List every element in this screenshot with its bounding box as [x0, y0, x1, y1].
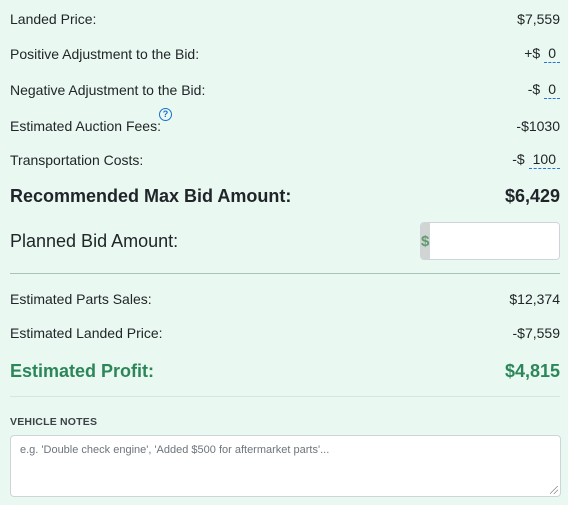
profit-label: Estimated Profit: — [10, 360, 155, 381]
max-bid-row: Recommended Max Bid Amount: $6,429 — [10, 184, 560, 208]
vehicle-notes-placeholder: e.g. 'Double check engine', 'Added $500 … — [20, 444, 330, 456]
planned-bid-label: Planned Bid Amount: — [10, 230, 179, 251]
dollar-addon: $ — [421, 223, 431, 259]
negative-adjustment-field: -$ 0 — [528, 81, 560, 99]
auction-fees-label-wrap: Estimated Auction Fees: ? — [10, 108, 172, 134]
positive-adjustment-label: Positive Adjustment to the Bid: — [10, 46, 200, 62]
auction-fees-value: -$1030 — [516, 118, 560, 134]
auction-fees-row: Estimated Auction Fees: ? -$1030 — [10, 108, 560, 136]
est-landed-label: Estimated Landed Price: — [10, 325, 163, 341]
positive-adjustment-prefix: +$ — [524, 45, 541, 61]
profit-value: $4,815 — [504, 360, 560, 381]
vehicle-notes-label: VEHICLE NOTES — [10, 416, 98, 428]
notes-divider — [10, 396, 560, 397]
transportation-prefix: -$ — [512, 151, 525, 167]
auction-fees-label: Estimated Auction Fees: — [10, 118, 161, 134]
parts-sales-row: Estimated Parts Sales: $12,374 — [10, 290, 560, 308]
transportation-value[interactable]: 100 — [528, 151, 560, 169]
resize-grip-icon[interactable] — [550, 486, 558, 494]
max-bid-label: Recommended Max Bid Amount: — [10, 185, 292, 206]
max-bid-value: $6,429 — [504, 185, 560, 206]
planned-bid-row: Planned Bid Amount: $ — [10, 222, 560, 260]
section-divider — [10, 273, 560, 274]
transportation-field: -$ 100 — [512, 151, 560, 169]
parts-sales-label: Estimated Parts Sales: — [10, 291, 152, 307]
vehicle-notes-textarea[interactable]: e.g. 'Double check engine', 'Added $500 … — [10, 435, 561, 497]
transportation-row: Transportation Costs: -$ 100 — [10, 150, 560, 170]
parts-sales-value: $12,374 — [509, 291, 560, 307]
positive-adjustment-field: +$ 0 — [524, 45, 560, 63]
planned-bid-input[interactable] — [430, 223, 559, 259]
landed-price-row: Landed Price: $7,559 — [10, 10, 560, 28]
transportation-label: Transportation Costs: — [10, 152, 144, 168]
negative-adjustment-value[interactable]: 0 — [544, 81, 560, 99]
profit-row: Estimated Profit: $4,815 — [10, 359, 560, 383]
est-landed-value: -$7,559 — [512, 325, 560, 341]
question-circle-icon[interactable]: ? — [159, 108, 172, 121]
landed-price-label: Landed Price: — [10, 11, 97, 27]
positive-adjustment-row: Positive Adjustment to the Bid: +$ 0 — [10, 44, 560, 64]
landed-price-value: $7,559 — [517, 11, 560, 27]
est-landed-row: Estimated Landed Price: -$7,559 — [10, 324, 560, 342]
negative-adjustment-row: Negative Adjustment to the Bid: -$ 0 — [10, 80, 560, 100]
planned-bid-input-group: $ — [420, 222, 560, 260]
positive-adjustment-value[interactable]: 0 — [544, 45, 560, 63]
negative-adjustment-label: Negative Adjustment to the Bid: — [10, 82, 206, 98]
negative-adjustment-prefix: -$ — [527, 81, 541, 97]
